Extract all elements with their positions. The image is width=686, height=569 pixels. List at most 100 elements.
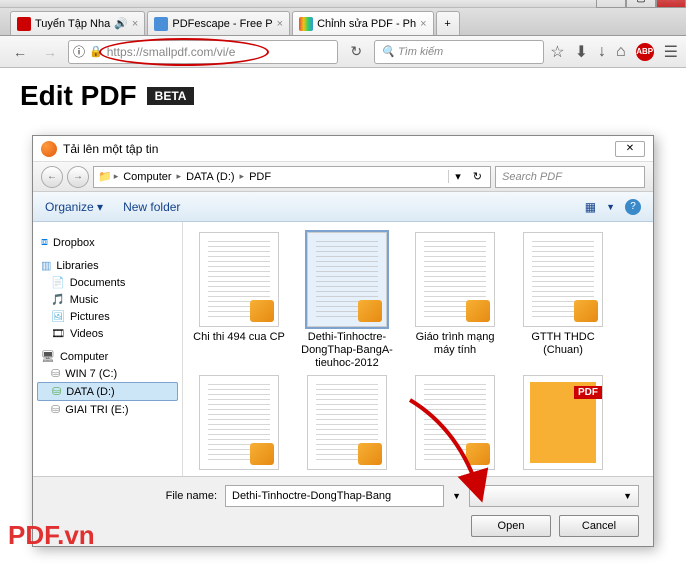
url-input[interactable]: ⓘ 🔒 https://smallpdf.com/vi/e — [68, 40, 338, 64]
cancel-button[interactable]: Cancel — [559, 515, 639, 537]
url-text: https://smallpdf.com/vi/e — [107, 45, 236, 59]
view-icon[interactable]: ▦ — [585, 200, 596, 214]
computer-icon: 🖥 — [41, 350, 55, 363]
file-item[interactable]: Dethi-Tinhoctre-DongThap-BangA-tieuhoc-2… — [297, 232, 397, 371]
close-icon[interactable]: × — [128, 18, 138, 30]
tab-pdfescape[interactable]: PDFescape - Free P × — [147, 11, 290, 35]
pocket-icon[interactable]: ⬇ — [575, 42, 588, 62]
nav-back-button[interactable]: ← — [41, 166, 63, 188]
drive-icon: ⛁ — [51, 367, 60, 380]
window-close[interactable]: ✕ — [656, 0, 686, 8]
file-item[interactable]: GTTH THDC (Chuan) — [513, 232, 613, 371]
window-maximize[interactable]: ▢ — [626, 0, 656, 8]
file-label: Giáo trình mạng máy tính — [405, 331, 505, 357]
new-tab-button[interactable]: + — [436, 11, 460, 35]
filetype-select[interactable]: *. ▼ — [469, 485, 639, 507]
download-icon[interactable]: ↓ — [598, 43, 606, 61]
file-label: GTTH THDC (Chuan) — [513, 331, 613, 357]
search-placeholder: Tìm kiếm — [398, 46, 443, 58]
home-icon[interactable]: ⌂ — [616, 43, 626, 61]
file-item[interactable] — [405, 375, 505, 474]
file-grid[interactable]: Chi thi 494 cua CP Dethi-Tinhoctre-DongT… — [183, 222, 653, 476]
info-icon[interactable]: ⓘ — [73, 43, 85, 60]
breadcrumb[interactable]: 📁 ▸ Computer ▸ DATA (D:) ▸ PDF ▾ ↻ — [93, 166, 491, 188]
nav-forward-button[interactable]: → — [67, 166, 89, 188]
tree-label: Music — [70, 294, 99, 306]
tree-label: Pictures — [70, 311, 110, 323]
tree-computer[interactable]: 🖥 Computer — [37, 348, 178, 365]
file-item[interactable]: Giáo trình mạng máy tính — [405, 232, 505, 371]
drive-icon: ⛁ — [51, 403, 60, 416]
tab-label: Chỉnh sửa PDF - Ph — [317, 18, 416, 30]
pdf-icon — [466, 443, 490, 465]
tree-drive-d[interactable]: ⛁DATA (D:) — [37, 382, 178, 401]
bookmark-icon[interactable]: ☆ — [550, 42, 564, 62]
chevron-right-icon[interactable]: ▸ — [114, 171, 119, 182]
pdf-icon — [250, 443, 274, 465]
refresh-button[interactable]: ↻ — [344, 40, 368, 64]
dropdown-icon[interactable]: ▾ — [448, 170, 467, 183]
dialog-titlebar: Tải lên một tập tin ✕ — [33, 136, 653, 162]
abp-icon[interactable]: ABP — [636, 43, 654, 61]
menu-icon[interactable]: ☰ — [664, 42, 678, 62]
chevron-down-icon[interactable]: ▼ — [606, 202, 615, 212]
libraries-icon: ▥ — [41, 259, 51, 272]
search-input[interactable]: 🔍 Tìm kiếm — [374, 40, 544, 64]
organize-menu[interactable]: Organize ▾ — [45, 200, 103, 214]
close-icon[interactable]: × — [273, 18, 283, 30]
tab-label: Tuyển Tập Nha — [35, 18, 110, 30]
pdf-icon — [250, 300, 274, 322]
chevron-right-icon[interactable]: ▸ — [240, 171, 245, 182]
folder-tree: ⧈ Dropbox ▥ Libraries 📄Documents 🎵Music … — [33, 222, 183, 476]
breadcrumb-segment[interactable]: Computer — [120, 171, 174, 183]
tree-pictures[interactable]: 🖼Pictures — [37, 308, 178, 325]
tree-documents[interactable]: 📄 Documents — [37, 274, 178, 291]
tree-label: Computer — [60, 351, 108, 363]
folder-icon: 📁 — [98, 170, 112, 183]
breadcrumb-segment[interactable]: PDF — [246, 171, 274, 183]
tree-drive-e[interactable]: ⛁ GIAI TRI (E:) — [37, 401, 178, 418]
file-item[interactable]: Chi thi 494 cua CP — [189, 232, 289, 371]
chevron-down-icon[interactable]: ▼ — [452, 491, 461, 501]
filename-input[interactable] — [225, 485, 444, 507]
dialog-search-input[interactable]: Search PDF — [495, 166, 645, 188]
pdf-icon — [358, 300, 382, 322]
dropbox-icon: ⧈ — [41, 236, 48, 249]
tab-smallpdf[interactable]: Chỉnh sửa PDF - Ph × — [292, 11, 434, 35]
tree-music[interactable]: 🎵Music — [37, 291, 178, 308]
tab-label: PDFescape - Free P — [172, 18, 272, 30]
pdf-icon — [574, 300, 598, 322]
documents-icon: 📄 — [51, 276, 65, 289]
tree-libraries[interactable]: ▥ Libraries — [37, 257, 178, 274]
file-item[interactable] — [297, 375, 397, 474]
tree-dropbox[interactable]: ⧈ Dropbox — [37, 234, 178, 251]
refresh-icon[interactable]: ↻ — [469, 170, 486, 183]
tree-videos[interactable]: 🎞Videos — [37, 325, 178, 342]
search-placeholder: Search PDF — [502, 171, 562, 183]
tree-label: Videos — [70, 328, 103, 340]
tree-label: GIAI TRI (E:) — [65, 404, 128, 416]
page-content: Edit PDF BETA — [0, 68, 686, 124]
audio-icon[interactable]: 🔊 — [114, 17, 128, 30]
tab-youtube[interactable]: Tuyển Tập Nha 🔊 × — [10, 11, 145, 35]
chevron-right-icon[interactable]: ▸ — [177, 171, 182, 182]
close-icon[interactable]: × — [416, 18, 426, 30]
help-icon[interactable]: ? — [625, 199, 641, 215]
file-item[interactable] — [189, 375, 289, 474]
chevron-down-icon: ▼ — [623, 491, 632, 501]
tree-label: Libraries — [56, 260, 98, 272]
window-minimize[interactable]: — — [596, 0, 626, 8]
open-button[interactable]: Open — [471, 515, 551, 537]
forward-button[interactable]: → — [38, 40, 62, 64]
breadcrumb-segment[interactable]: DATA (D:) — [183, 171, 237, 183]
new-folder-button[interactable]: New folder — [123, 200, 180, 214]
pdf-icon — [358, 443, 382, 465]
dialog-close-button[interactable]: ✕ — [615, 141, 645, 157]
back-button[interactable]: ← — [8, 40, 32, 64]
tab-strip: Tuyển Tập Nha 🔊 × PDFescape - Free P × C… — [0, 8, 686, 36]
tree-label: Documents — [70, 277, 126, 289]
file-item[interactable] — [513, 375, 613, 474]
file-label: Dethi-Tinhoctre-DongThap-BangA-tieuhoc-2… — [297, 331, 397, 371]
tree-label: DATA (D:) — [66, 386, 114, 398]
tree-drive-c[interactable]: ⛁WIN 7 (C:) — [37, 365, 178, 382]
